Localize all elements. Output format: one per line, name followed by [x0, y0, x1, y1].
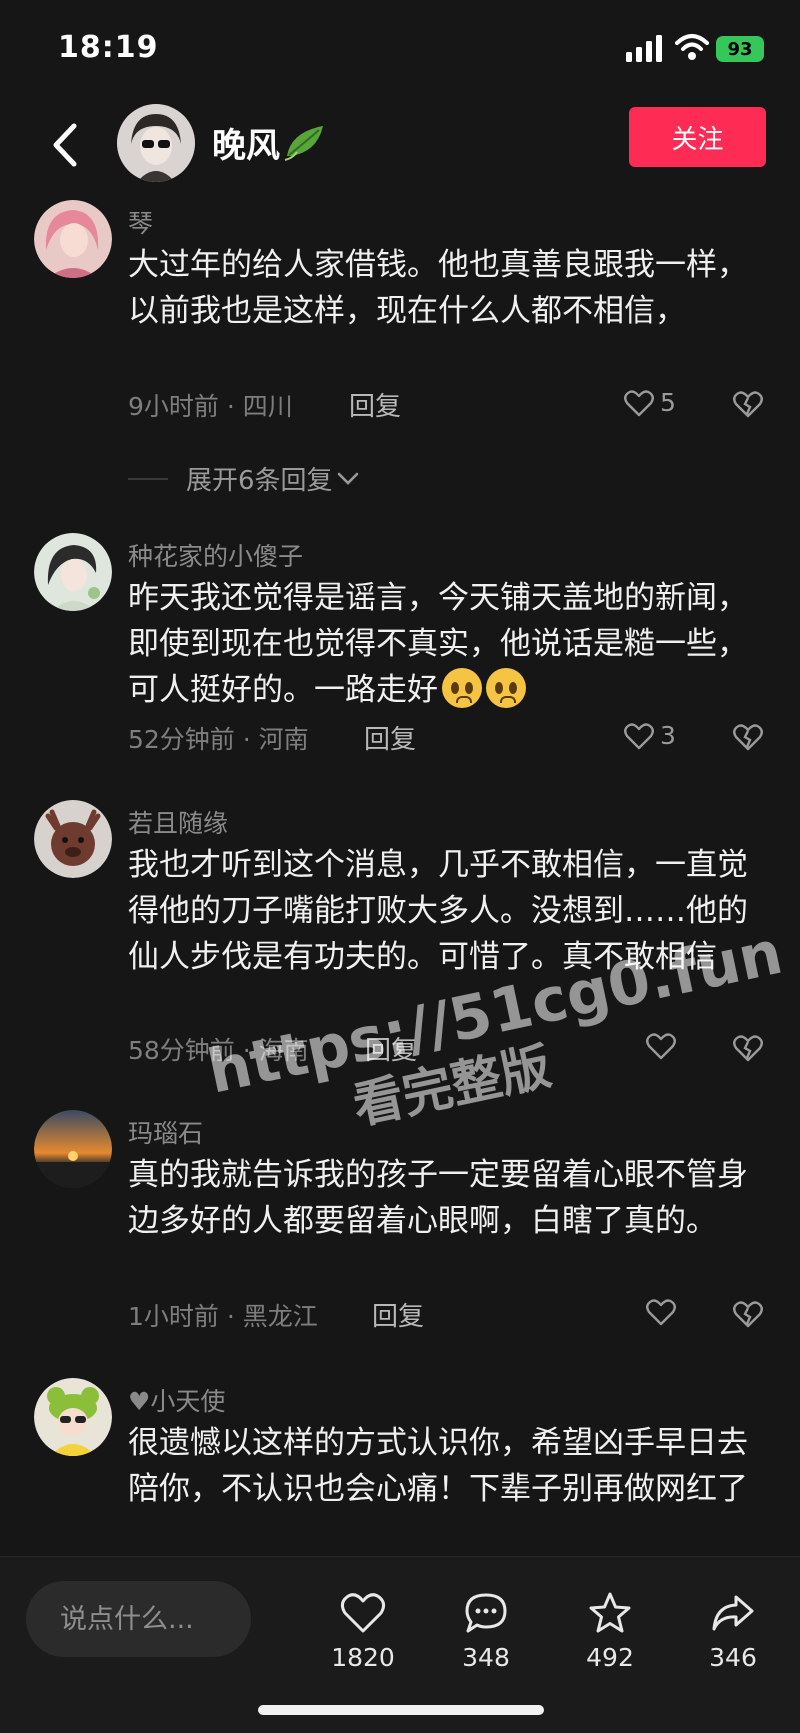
- broken-heart-icon[interactable]: [733, 1034, 763, 1062]
- heart-icon: [624, 722, 654, 749]
- commenter-avatar[interactable]: [34, 1378, 112, 1456]
- favorite-count: 492: [586, 1643, 634, 1672]
- follow-button[interactable]: 关注: [629, 107, 766, 167]
- header-avatar[interactable]: [117, 104, 195, 182]
- leaf-icon: [284, 126, 323, 161]
- like-button[interactable]: [646, 1032, 682, 1060]
- reply-button[interactable]: 回复: [349, 386, 401, 423]
- expand-replies-button[interactable]: 展开6条回复: [128, 460, 359, 497]
- commenter-name[interactable]: 琴: [128, 204, 153, 240]
- status-bar: 18:19 93: [0, 0, 800, 100]
- heart-icon: [646, 1299, 676, 1326]
- heart-icon: [624, 389, 654, 416]
- cellular-signal-icon: [626, 35, 662, 62]
- favorite-action-button[interactable]: 492: [565, 1591, 655, 1672]
- profile-header: 晚风 关注: [0, 100, 800, 196]
- comment-meta: 52分钟前 · 河南: [128, 725, 309, 754]
- commenter-avatar[interactable]: [34, 1110, 112, 1188]
- comment-text: 昨天我还觉得是谣言，今天铺天盖地的新闻，即使到现在也觉得不真实，他说话是糙一些，…: [128, 575, 756, 713]
- comment-bubble-icon: [465, 1593, 507, 1633]
- commenter-name[interactable]: ♥小天使: [128, 1382, 225, 1418]
- commenter-avatar[interactable]: [34, 533, 112, 611]
- comment-meta: 58分钟前 · 海南: [128, 1036, 309, 1065]
- wifi-icon: [675, 34, 709, 60]
- like-button[interactable]: 5: [624, 388, 676, 417]
- comment-meta: 1小时前 · 黑龙江: [128, 1302, 318, 1331]
- reply-button[interactable]: 回复: [365, 1030, 417, 1067]
- heart-icon: [340, 1593, 386, 1633]
- like-button[interactable]: [646, 1298, 682, 1326]
- share-arrow-icon: [712, 1595, 754, 1631]
- like-action-button[interactable]: 1820: [318, 1591, 408, 1672]
- comment-text: 很遗憾以这样的方式认识你，希望凶手早日去陪你，不认识也会心痛！下辈子别再做网红了: [128, 1425, 748, 1507]
- commenter-name[interactable]: 种花家的小傻子: [128, 537, 303, 573]
- comment-action-button[interactable]: 348: [441, 1591, 531, 1672]
- back-icon[interactable]: [46, 120, 86, 170]
- like-button[interactable]: 3: [624, 721, 676, 750]
- share-action-button[interactable]: 346: [688, 1591, 778, 1672]
- divider: [128, 477, 168, 480]
- reply-button[interactable]: 回复: [372, 1296, 424, 1333]
- comment-text-content: 昨天我还觉得是谣言，今天铺天盖地的新闻，即使到现在也觉得不真实，他说话是糙一些，…: [128, 580, 748, 708]
- commenter-avatar[interactable]: [34, 800, 112, 878]
- crying-face-emoji-icon: [486, 668, 526, 708]
- star-icon: [589, 1592, 631, 1633]
- heart-icon: [646, 1033, 676, 1060]
- status-time: 18:19: [58, 30, 159, 65]
- like-count: 5: [660, 388, 676, 417]
- battery-indicator: 93: [716, 36, 764, 62]
- commenter-name[interactable]: 玛瑙石: [128, 1114, 203, 1150]
- reply-button[interactable]: 回复: [364, 719, 416, 756]
- comment-text: 我也才听到这个消息，几乎不敢相信，一直觉得他的刀子嘴能打败大多人。没想到……他的…: [128, 847, 748, 975]
- like-count: 3: [660, 721, 676, 750]
- comment-count: 348: [462, 1643, 510, 1672]
- broken-heart-icon[interactable]: [733, 390, 763, 418]
- expand-replies-label: 展开6条回复: [186, 466, 333, 496]
- commenter-name[interactable]: 若且随缘: [128, 804, 228, 840]
- comment-meta: 9小时前 · 四川: [128, 392, 293, 421]
- broken-heart-icon[interactable]: [733, 1300, 763, 1328]
- crying-face-emoji-icon: [442, 668, 482, 708]
- comment-text: 真的我就告诉我的孩子一定要留着心眼不管身边多好的人都要留着心眼啊，白瞎了真的。: [128, 1157, 748, 1239]
- broken-heart-icon[interactable]: [733, 723, 763, 751]
- comment-input[interactable]: [26, 1581, 251, 1657]
- like-count: 1820: [331, 1643, 395, 1672]
- share-count: 346: [709, 1643, 757, 1672]
- header-username: 晚风: [212, 126, 280, 166]
- chevron-down-icon: [337, 472, 358, 485]
- comment-text: 大过年的给人家借钱。他也真善良跟我一样，以前我也是这样，现在什么人都不相信，: [128, 247, 748, 329]
- commenter-avatar[interactable]: [34, 200, 112, 278]
- home-indicator[interactable]: [258, 1705, 544, 1715]
